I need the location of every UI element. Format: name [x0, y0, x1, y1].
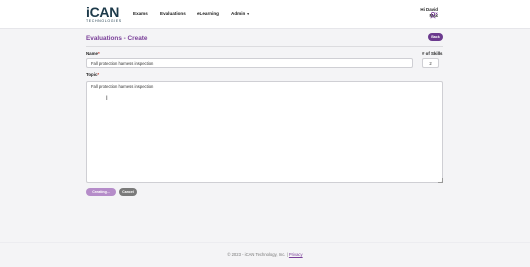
name-label: Name*: [86, 51, 100, 56]
nav-evaluations[interactable]: Evaluations: [160, 11, 186, 16]
skills-label: # of Skills: [422, 51, 443, 56]
back-button[interactable]: Back: [428, 33, 443, 41]
page-footer: © 2023 - iCAN Technology, Inc. | Privacy: [0, 242, 530, 265]
nav-admin-label: Admin: [231, 11, 246, 16]
nav-admin[interactable]: Admin ▾: [231, 11, 249, 16]
caret-down-icon: ▾: [247, 12, 250, 16]
user-switch-icon[interactable]: [430, 11, 438, 19]
logo-subtext: TECHNOLOGIES: [86, 19, 122, 23]
nav-exams[interactable]: Exams: [133, 11, 148, 16]
skills-count-input[interactable]: 2: [422, 58, 439, 68]
title-divider: [86, 46, 443, 47]
logo-text: iCAN: [86, 4, 120, 20]
name-input[interactable]: Fall protection harness inspection: [86, 58, 413, 68]
footer-copyright: © 2023 - iCAN Technology, Inc. |: [227, 252, 288, 257]
top-navbar: iCAN TECHNOLOGIES Exams Evaluations eLea…: [0, 0, 530, 29]
cancel-button[interactable]: Cancel: [119, 188, 137, 196]
nav-elearning[interactable]: eLearning: [197, 11, 219, 16]
topic-label: Topic*: [86, 72, 100, 77]
privacy-link[interactable]: Privacy: [289, 252, 303, 257]
text-cursor-icon: I: [106, 96, 108, 102]
ican-logo[interactable]: iCAN TECHNOLOGIES: [86, 5, 130, 25]
resize-handle-icon[interactable]: [438, 178, 443, 183]
create-button[interactable]: Creating...: [86, 188, 116, 196]
topic-textarea[interactable]: Fall protection harness inspection: [86, 81, 443, 183]
page-title: Evaluations - Create: [86, 35, 148, 42]
